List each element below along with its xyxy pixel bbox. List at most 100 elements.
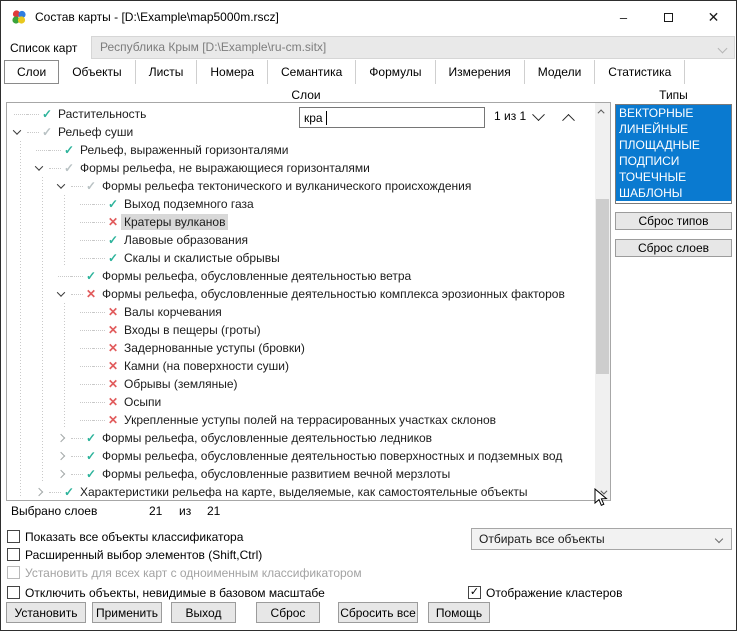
clusters-checkbox-row[interactable]: ✓ Отображение кластеров [468,585,622,600]
tree-row-label[interactable]: Формы рельефа, обусловленные развитием в… [99,466,453,482]
cross-icon[interactable]: ✕ [105,377,121,391]
tab-Семантика[interactable]: Семантика [268,60,356,84]
checkbox-checked-icon[interactable]: ✓ [468,586,481,599]
check-icon[interactable]: ✓ [105,197,121,211]
minimize-icon[interactable]: – [601,1,646,33]
tree-row-label[interactable]: Лавовые образования [121,232,251,248]
type-item[interactable]: ПОДПИСИ [616,153,731,169]
check-icon[interactable]: ✓ [61,143,77,157]
find-next-button[interactable] [525,107,551,127]
type-item[interactable]: ТОЧЕЧНЫЕ [616,169,731,185]
tree-row-label[interactable]: Входы в пещеры (гроты) [121,322,264,338]
tree-row[interactable]: ✕Укрепленные уступы полей на террасирова… [7,411,594,429]
tree-scrollbar[interactable] [595,103,610,500]
check-icon[interactable]: ✓ [83,269,99,283]
expand-closed-icon[interactable] [36,489,49,495]
tab-Статистика[interactable]: Статистика [595,60,685,84]
tree-row[interactable]: ✓Лавовые образования [7,231,594,249]
tab-Измерения[interactable]: Измерения [436,60,525,84]
tree-row[interactable]: ✓Скалы и скалистые обрывы [7,249,594,267]
cross-icon[interactable]: ✕ [105,215,121,229]
tree-row-label[interactable]: Выход подземного газа [121,196,257,212]
expand-open-icon[interactable] [58,183,71,189]
expand-open-icon[interactable] [14,129,27,135]
tree-row-label[interactable]: Формы рельефа, не выражающиеся горизонта… [77,160,373,176]
check-icon[interactable]: ✓ [105,233,121,247]
expand-open-icon[interactable] [58,291,71,297]
tree-row-label[interactable]: Формы рельефа, обусловленные деятельност… [99,268,414,284]
tab-Слои[interactable]: Слои [4,60,59,84]
check-icon[interactable]: ✓ [61,485,77,498]
checkbox-icon[interactable] [7,548,20,561]
tree-row[interactable]: ✕Осыпи [7,393,594,411]
footer-button-2[interactable]: Применить [92,602,162,623]
tree-row-label[interactable]: Скалы и скалистые обрывы [121,250,283,266]
tab-Формулы[interactable]: Формулы [356,60,435,84]
tab-Модели[interactable]: Модели [525,60,596,84]
type-item[interactable]: ШАБЛОНЫ [616,185,731,201]
tree-row[interactable]: ✓Характеристики рельефа на карте, выделя… [7,483,594,498]
find-prev-button[interactable] [555,107,581,127]
tree-row[interactable]: ✕Задернованные уступы (бровки) [7,339,594,357]
check-icon[interactable]: ✓ [83,467,99,481]
type-item[interactable]: ЛИНЕЙНЫЕ [616,121,731,137]
tree-row[interactable]: ✕Обрывы (земляные) [7,375,594,393]
tree-row[interactable]: ✕Кратеры вулканов [7,213,594,231]
check-icon[interactable]: ✓ [39,107,55,121]
tree-row-label[interactable]: Валы корчевания [121,304,225,320]
cross-icon[interactable]: ✕ [105,413,121,427]
checkbox-icon[interactable] [7,530,20,543]
footer-button-4[interactable]: Сброс [256,602,320,623]
cross-icon[interactable]: ✕ [105,359,121,373]
check-icon[interactable]: ✓ [83,449,99,463]
maximize-icon[interactable] [646,1,691,33]
type-item[interactable]: ВЕКТОРНЫЕ [616,105,731,121]
reset-layers-button[interactable]: Сброс слоев [615,239,732,257]
scrollbar-thumb[interactable] [596,199,609,374]
checkbox-row[interactable]: Показать все объекты классификатора [7,529,243,544]
tree-row-label[interactable]: Характеристики рельефа на карте, выделяе… [77,484,531,498]
tree-row[interactable]: ✕Формы рельефа, обусловленные деятельнос… [7,285,594,303]
tree-row[interactable]: ✓Формы рельефа, обусловленные развитием … [7,465,594,483]
tree-row-label[interactable]: Формы рельефа, обусловленные деятельност… [99,448,565,464]
expand-open-icon[interactable] [36,165,49,171]
tree-row-label[interactable]: Осыпи [121,394,164,410]
tree-row[interactable]: ✓Формы рельефа тектонического и вулканич… [7,177,594,195]
footer-button-3[interactable]: Выход [171,602,236,623]
expand-closed-icon[interactable] [58,453,71,459]
tab-Листы[interactable]: Листы [136,60,198,84]
reset-types-button[interactable]: Сброс типов [615,212,732,230]
tree-row-label[interactable]: Формы рельефа, обусловленные деятельност… [99,430,435,446]
tab-Объекты[interactable]: Объекты [59,60,136,84]
checkbox-row[interactable]: Расширенный выбор элементов (Shift,Ctrl) [7,547,262,562]
tree-row[interactable]: ✓Формы рельефа, обусловленные деятельнос… [7,447,594,465]
tree-row-label[interactable]: Камни (на поверхности суши) [121,358,292,374]
footer-button-6[interactable]: Помощь [428,602,490,623]
cross-icon[interactable]: ✕ [83,287,99,301]
tree-row-label[interactable]: Обрывы (земляные) [121,376,241,392]
tree-row[interactable]: ✕Камни (на поверхности суши) [7,357,594,375]
checkbox-icon[interactable] [7,586,20,599]
tree-row-label[interactable]: Кратеры вулканов [121,214,228,230]
tab-Номера[interactable]: Номера [197,60,268,84]
object-filter-dropdown[interactable]: Отбирать все объекты [471,528,732,550]
tree-row-label[interactable]: Задернованные уступы (бровки) [121,340,308,356]
tree-row-label[interactable]: Укрепленные уступы полей на террасирован… [121,412,499,428]
tree-row-label[interactable]: Растительность [55,106,149,122]
cross-icon[interactable]: ✕ [105,395,121,409]
tree-row-label[interactable]: Рельеф, выраженный горизонталями [77,142,292,158]
tree-row[interactable]: ✓Формы рельефа, обусловленные деятельнос… [7,429,594,447]
cross-icon[interactable]: ✕ [105,323,121,337]
cross-icon[interactable]: ✕ [105,305,121,319]
check-icon[interactable]: ✓ [105,251,121,265]
check-icon[interactable]: ✓ [83,179,99,193]
footer-button-1[interactable]: Установить [6,602,86,623]
tree-row[interactable]: ✕Входы в пещеры (гроты) [7,321,594,339]
footer-button-5[interactable]: Сбросить все [338,602,418,623]
expand-closed-icon[interactable] [58,471,71,477]
tree-row-label[interactable]: Формы рельефа, обусловленные деятельност… [99,286,568,302]
scroll-up-icon[interactable] [595,103,610,119]
tree-row[interactable]: ✕Валы корчевания [7,303,594,321]
type-item[interactable]: ПЛОЩАДНЫЕ [616,137,731,153]
expand-closed-icon[interactable] [58,435,71,441]
